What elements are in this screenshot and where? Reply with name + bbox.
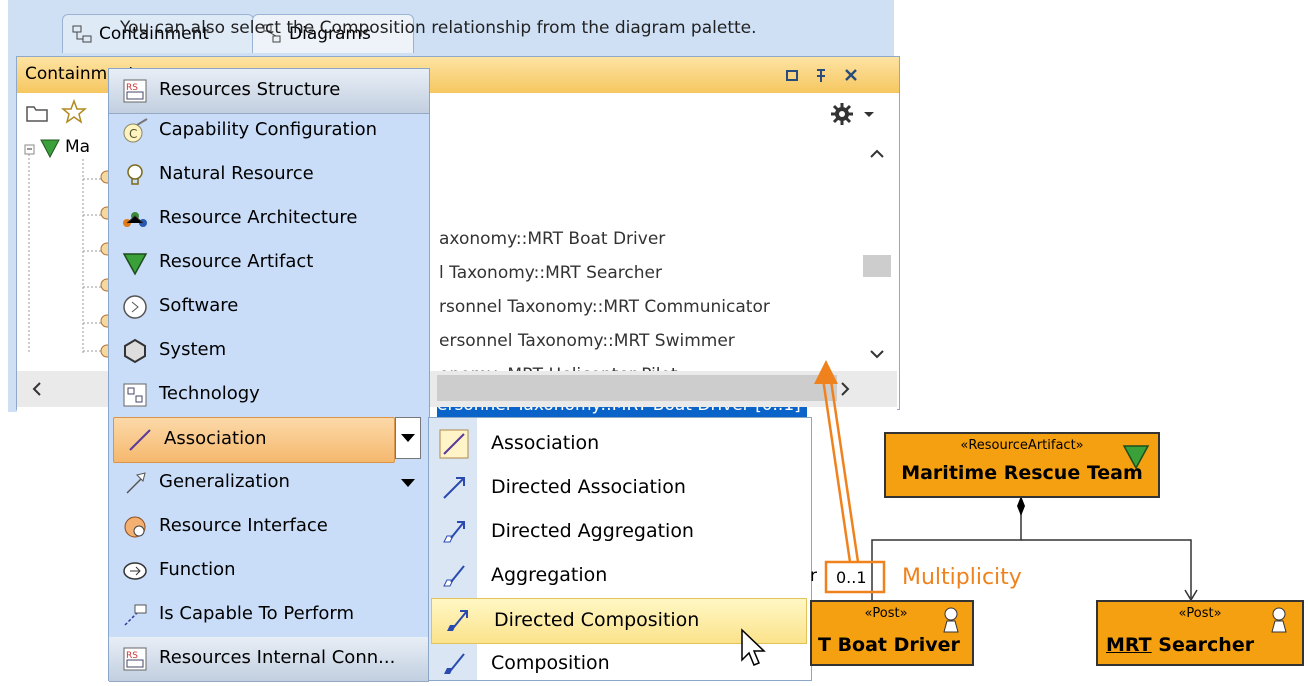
box-name: T Boat Driver — [818, 634, 960, 656]
box-name: MRT Searcher — [1106, 634, 1308, 656]
role-label: r — [810, 566, 817, 586]
post-box-boat-driver[interactable]: «Post» T Boat Driver — [810, 600, 974, 666]
post-icon — [943, 607, 959, 633]
diagram-connectors — [814, 360, 1198, 602]
post-icon — [1271, 607, 1287, 633]
multiplicity-value: 0..1 — [836, 568, 867, 587]
post-box-searcher[interactable]: «Post» MRT Searcher — [1096, 600, 1304, 666]
box-name-rest: Searcher — [1151, 634, 1255, 656]
box-name: Maritime Rescue Team — [901, 462, 1143, 484]
multiplicity-annotation: Multiplicity — [902, 565, 1022, 590]
stereotype-label: «ResourceArtifact» — [960, 438, 1084, 453]
box-name-underlined: MRT — [1106, 634, 1152, 656]
resource-artifact-icon — [1122, 445, 1150, 470]
resource-artifact-box[interactable]: «ResourceArtifact» Maritime Rescue Team — [884, 432, 1160, 498]
